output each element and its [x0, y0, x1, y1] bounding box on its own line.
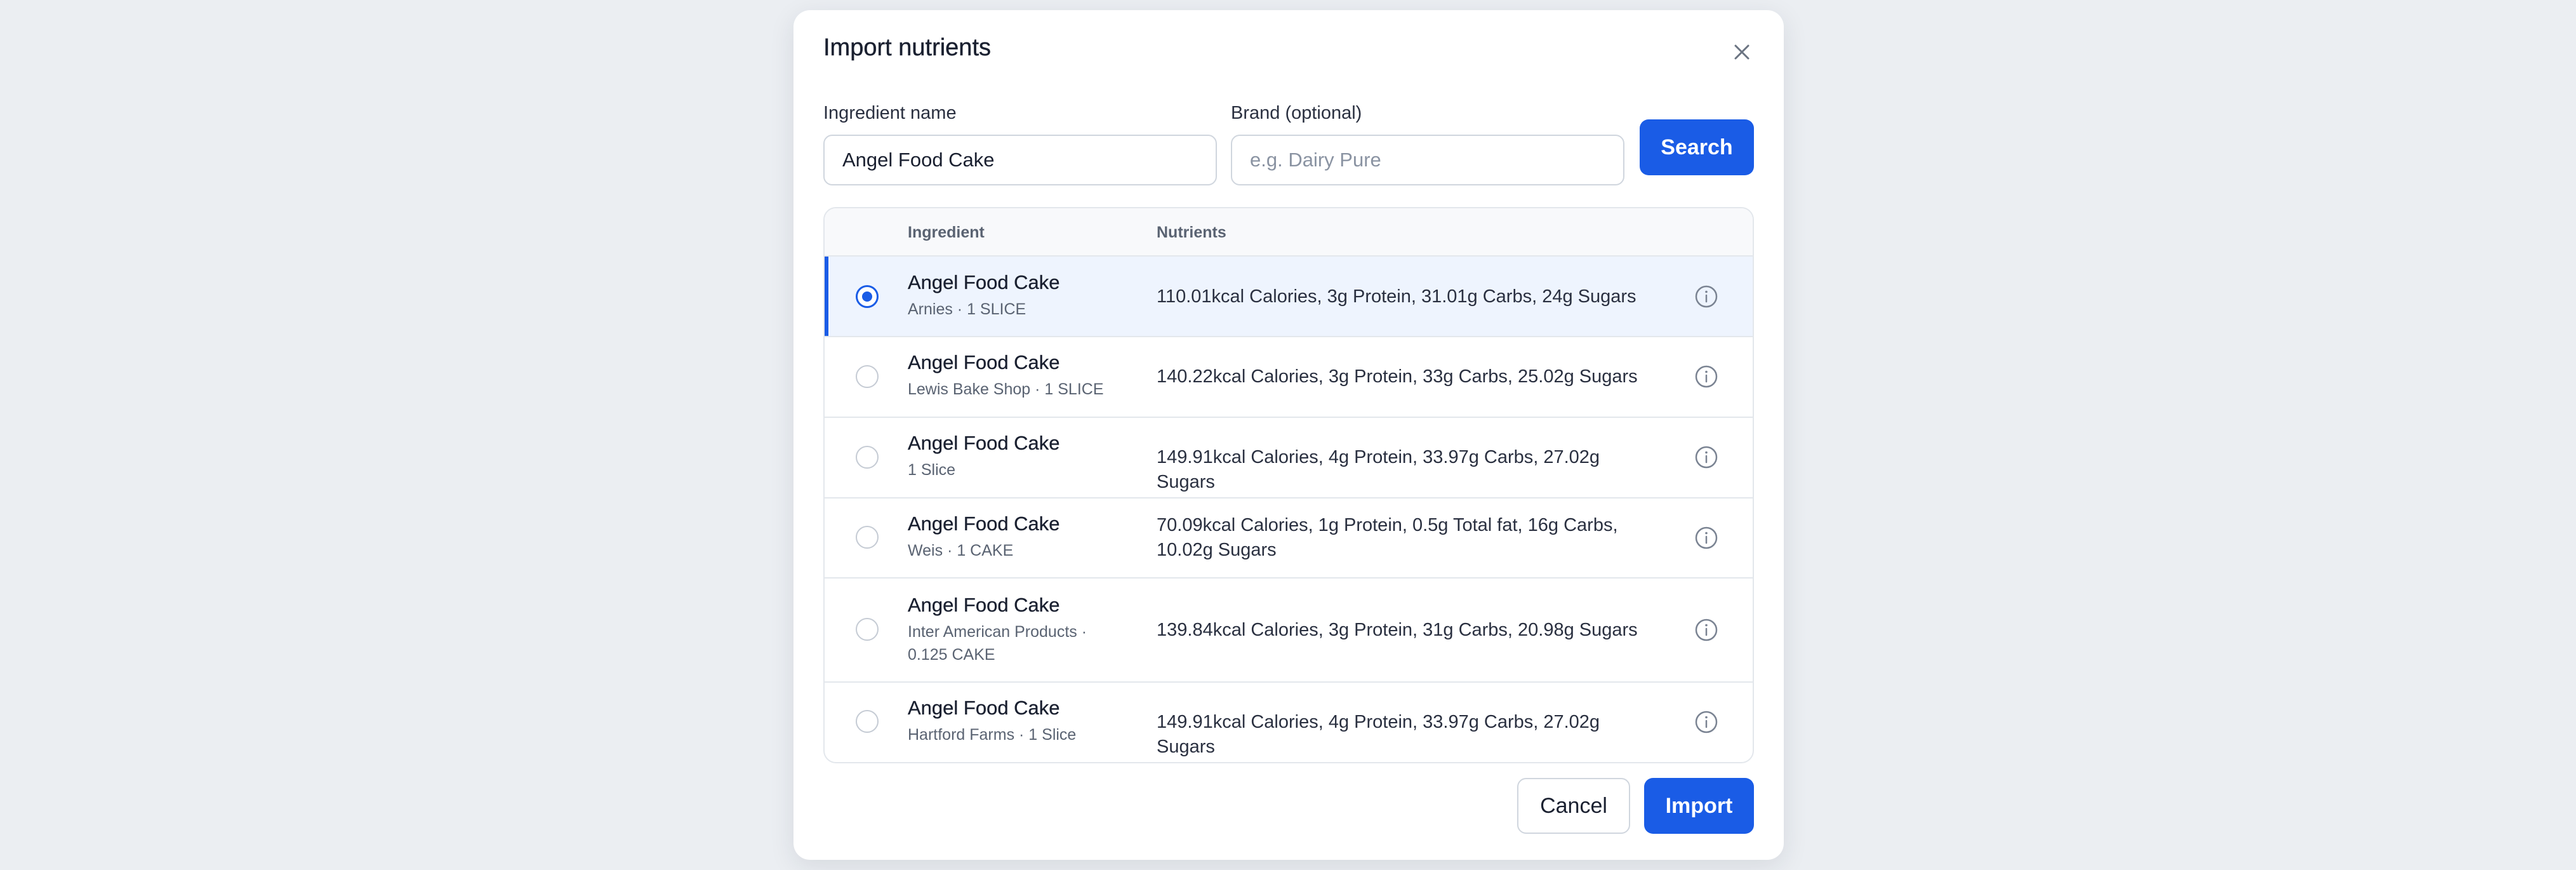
- table-row[interactable]: Angel Food Cake Lewis Bake Shop · 1 SLIC…: [825, 337, 1753, 418]
- brand-input[interactable]: [1231, 135, 1624, 185]
- table-row[interactable]: Angel Food Cake Hartford Farms · 1 Slice…: [825, 683, 1753, 762]
- info-icon[interactable]: [1694, 365, 1718, 389]
- results-table: Ingredient Nutrients Angel Food Cake Arn…: [823, 207, 1754, 763]
- table-row[interactable]: Angel Food Cake Weis · 1 CAKE 70.09kcal …: [825, 499, 1753, 579]
- table-row[interactable]: Angel Food Cake 1 Slice 149.91kcal Calor…: [825, 418, 1753, 499]
- nutrients-text: 140.22kcal Calories, 3g Protein, 33g Car…: [1157, 366, 1638, 387]
- info-icon[interactable]: [1694, 284, 1718, 309]
- nutrients-text: 139.84kcal Calories, 3g Protein, 31g Car…: [1157, 620, 1638, 640]
- row-radio[interactable]: [856, 285, 879, 308]
- ingredient-name: Angel Food Cake: [908, 351, 1060, 373]
- info-icon[interactable]: [1694, 618, 1718, 642]
- nutrients-text: 70.09kcal Calories, 1g Protein, 0.5g Tot…: [1157, 515, 1618, 560]
- info-icon[interactable]: [1694, 526, 1718, 550]
- ingredient-name: Angel Food Cake: [908, 697, 1060, 719]
- column-header-ingredient: Ingredient: [908, 224, 985, 241]
- ingredient-detail: Weis · 1 CAKE: [908, 542, 1014, 559]
- info-icon[interactable]: [1694, 710, 1718, 734]
- brand-label: Brand (optional): [1231, 103, 1362, 123]
- ingredient-name-label: Ingredient name: [823, 103, 957, 123]
- ingredient-name: Angel Food Cake: [908, 512, 1060, 535]
- close-icon: [1734, 44, 1749, 60]
- close-button[interactable]: [1727, 37, 1757, 67]
- ingredient-name: Angel Food Cake: [908, 594, 1060, 616]
- ingredient-detail: Lewis Bake Shop · 1 SLICE: [908, 380, 1104, 398]
- ingredient-name: Angel Food Cake: [908, 432, 1060, 454]
- import-nutrients-dialog: Import nutrients Ingredient name Brand (…: [793, 10, 1784, 860]
- ingredient-name: Angel Food Cake: [908, 271, 1060, 293]
- ingredient-detail: Inter American Products · 0.125 CAKE: [908, 623, 1087, 664]
- nutrients-text: 149.91kcal Calories, 4g Protein, 33.97g …: [1157, 447, 1600, 492]
- ingredient-detail: 1 Slice: [908, 461, 956, 479]
- row-radio[interactable]: [856, 526, 879, 549]
- nutrients-text: 110.01kcal Calories, 3g Protein, 31.01g …: [1157, 286, 1637, 307]
- search-button[interactable]: Search: [1640, 119, 1754, 175]
- table-row[interactable]: Angel Food Cake Arnies · 1 SLICE 110.01k…: [825, 257, 1753, 337]
- row-radio[interactable]: [856, 710, 879, 733]
- ingredient-detail: Hartford Farms · 1 Slice: [908, 726, 1077, 744]
- dialog-title: Import nutrients: [823, 34, 991, 61]
- import-button[interactable]: Import: [1644, 778, 1754, 834]
- row-radio[interactable]: [856, 446, 879, 469]
- column-header-nutrients: Nutrients: [1157, 224, 1226, 241]
- nutrients-text: 149.91kcal Calories, 4g Protein, 33.97g …: [1157, 712, 1600, 757]
- info-icon[interactable]: [1694, 445, 1718, 469]
- ingredient-name-input[interactable]: [823, 135, 1217, 185]
- table-header: Ingredient Nutrients: [825, 208, 1753, 257]
- row-radio[interactable]: [856, 618, 879, 641]
- table-row[interactable]: Angel Food Cake Inter American Products …: [825, 579, 1753, 683]
- row-radio[interactable]: [856, 365, 879, 388]
- cancel-button[interactable]: Cancel: [1517, 778, 1630, 834]
- ingredient-detail: Arnies · 1 SLICE: [908, 300, 1026, 318]
